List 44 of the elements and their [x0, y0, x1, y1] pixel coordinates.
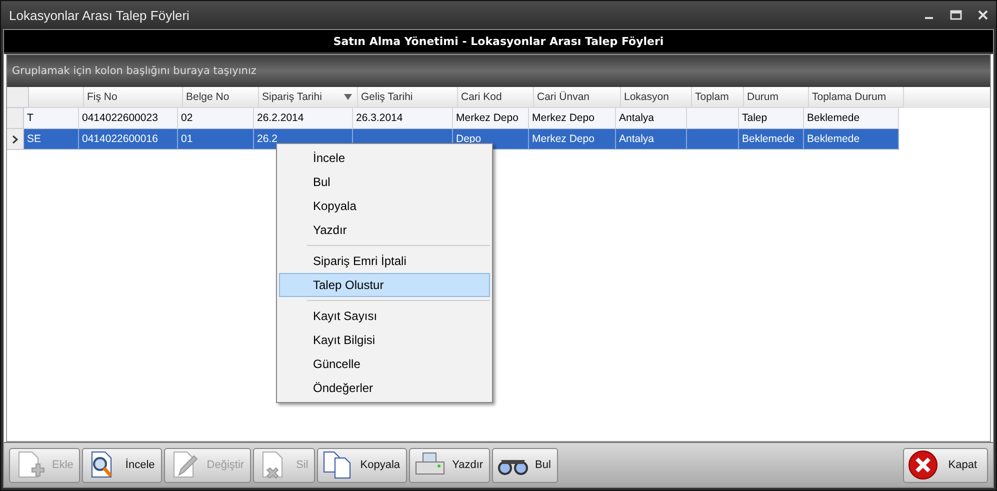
table-cell: 26.2.2014 [254, 108, 353, 129]
close-icon [908, 450, 938, 480]
table-cell: T [24, 108, 79, 129]
table-cell [687, 108, 739, 129]
table-cell: Merkez Depo [453, 108, 529, 129]
group-hint: Gruplamak için kolon başlığını buraya taşıyınız [12, 65, 256, 77]
menu-item[interactable]: Kayıt Sayısı [279, 304, 490, 328]
window-title: Lokasyonlar Arası Talep Föyleri [9, 8, 190, 22]
table-cell: 26.3.2014 [353, 108, 453, 129]
table-cell: Beklemede [804, 108, 899, 129]
close-icon[interactable] [978, 10, 988, 20]
grid-corner [7, 87, 29, 108]
table-cell: Merkez Depo [529, 108, 616, 129]
sort-down-icon [344, 93, 352, 101]
row-indicator-icon [12, 134, 18, 144]
menu-item[interactable]: Güncelle [279, 352, 490, 376]
menu-item[interactable]: Talep Olustur [279, 273, 490, 297]
menu-item[interactable]: Yazdır [279, 218, 490, 242]
table-cell: 0414022600023 [79, 108, 178, 129]
header-title: Satın Alma Yönetimi - Lokasyonlar Arası Talep Föyleri [333, 34, 664, 48]
toolbar-button[interactable]: Kopyala [317, 448, 408, 482]
table-cell: Beklemede [804, 129, 899, 150]
table-cell [687, 129, 739, 150]
table-cell: Antalya [616, 129, 687, 150]
table-cell: Antalya [616, 108, 687, 129]
toolbar-button[interactable]: İncele [82, 448, 162, 482]
table-row[interactable]: T 0414022600023 02 26.2.2014 26.3.2014 Merkez Depo Merkez Depo Antalya Talep Beklemede [7, 108, 990, 129]
table-cell: Beklemede [739, 129, 804, 150]
table-cell: 01 [178, 129, 254, 150]
table-cell: 02 [178, 108, 254, 129]
maximize-icon[interactable] [950, 10, 962, 20]
row-indicator[interactable] [7, 129, 24, 150]
menu-item[interactable]: Öndeğerler [279, 376, 490, 400]
table-cell: Merkez Depo [529, 129, 616, 150]
menu-item[interactable]: Bul [279, 170, 490, 194]
menu-item[interactable]: Kopyala [279, 194, 490, 218]
menu-item[interactable]: Kayıt Bilgisi [279, 328, 490, 352]
table-cell: Talep [739, 108, 804, 129]
table-cell: SE [24, 129, 79, 150]
close-button[interactable]: Kapat [903, 448, 988, 482]
toolbar-button[interactable]: Bul [492, 448, 558, 482]
menu-item[interactable]: Sipariş Emri İptali [279, 249, 490, 273]
table-cell: 0414022600016 [79, 129, 178, 150]
toolbar-button[interactable]: Yazdır [409, 448, 490, 482]
